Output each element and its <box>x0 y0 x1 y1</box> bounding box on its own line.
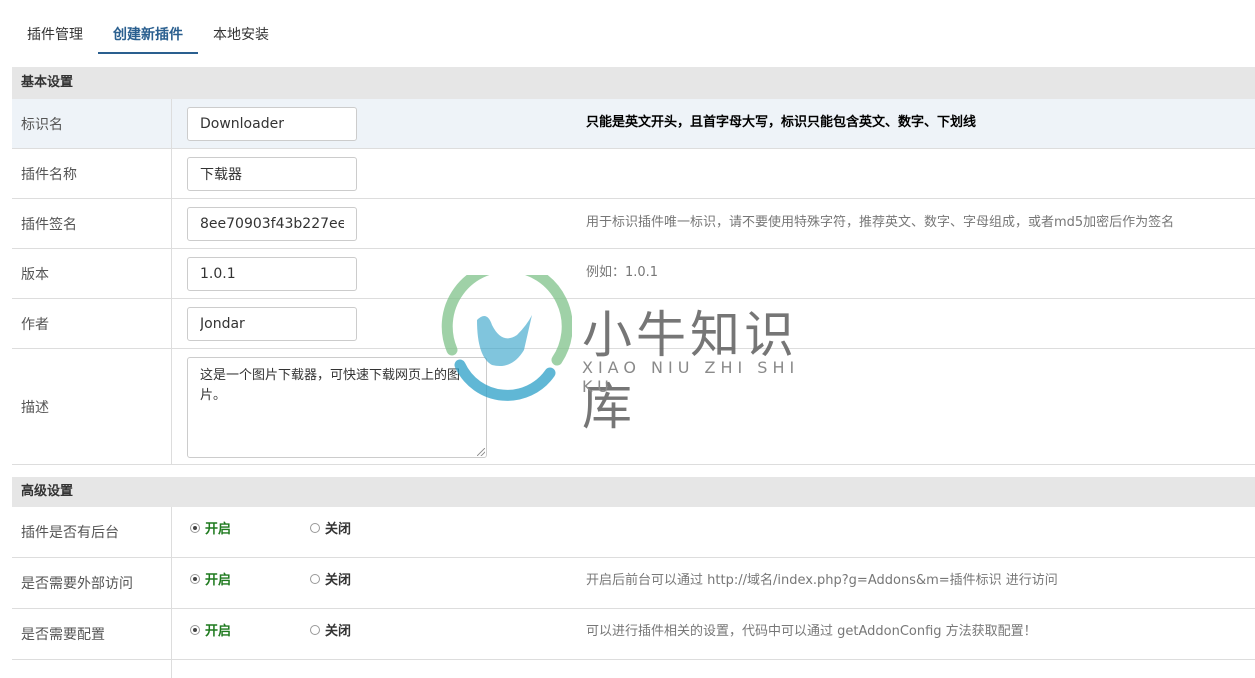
tab-bar: 插件管理 创建新插件 本地安装 <box>12 14 284 54</box>
radio-unchecked-icon <box>310 522 320 533</box>
form-row-author: 作者 <box>12 299 1255 349</box>
author-input[interactable] <box>187 307 357 341</box>
identifier-input[interactable] <box>187 107 357 141</box>
form-row-needs-config: 是否需要配置 开启 关闭 可以进行插件相关的设置，代码中可以通过 getAddo… <box>12 609 1255 660</box>
radio-off[interactable]: 关闭 <box>310 518 351 537</box>
radio-label: 关闭 <box>325 522 352 537</box>
field-label: 插件名称 <box>12 149 172 198</box>
field-label: 作者 <box>12 299 172 348</box>
radio-label: 关闭 <box>325 573 352 588</box>
radio-label: 开启 <box>205 624 232 639</box>
resize-grip-icon[interactable] <box>477 448 485 456</box>
radio-off[interactable]: 关闭 <box>310 620 351 639</box>
field-label <box>12 660 172 678</box>
form-row-partial <box>12 660 1255 678</box>
radio-checked-icon <box>190 573 200 584</box>
radio-checked-icon <box>190 522 200 533</box>
description-textarea[interactable]: 这是一个图片下载器，可快速下载网页上的图片。 <box>187 357 487 458</box>
radio-on[interactable]: 开启 <box>190 620 231 639</box>
radio-on[interactable]: 开启 <box>190 518 231 537</box>
form-row-version: 版本 例如：1.0.1 <box>12 249 1255 299</box>
field-label: 是否需要配置 <box>12 609 172 659</box>
signature-input[interactable] <box>187 207 357 241</box>
identifier-hint: 只能是英文开头，且首字母大写，标识只能包含英文、数字、下划线 <box>586 115 977 130</box>
radio-label: 关闭 <box>325 624 352 639</box>
radio-checked-icon <box>190 624 200 635</box>
form-row-plugin-name: 插件名称 <box>12 149 1255 199</box>
form-row-identifier: 标识名 只能是英文开头，且首字母大写，标识只能包含英文、数字、下划线 <box>12 99 1255 149</box>
version-input[interactable] <box>187 257 357 291</box>
radio-off[interactable]: 关闭 <box>310 569 351 588</box>
form-row-description: 描述 这是一个图片下载器，可快速下载网页上的图片。 <box>12 349 1255 465</box>
plugin-name-input[interactable] <box>187 157 357 191</box>
tab-plugin-management[interactable]: 插件管理 <box>12 14 98 52</box>
tab-local-install[interactable]: 本地安装 <box>198 14 284 52</box>
signature-hint: 用于标识插件唯一标识，请不要使用特殊字符，推荐英文、数字、字母组成，或者md5加… <box>586 215 1175 230</box>
radio-on[interactable]: 开启 <box>190 569 231 588</box>
form-row-external-access: 是否需要外部访问 开启 关闭 开启后前台可以通过 http://域名/index… <box>12 558 1255 609</box>
version-hint: 例如：1.0.1 <box>586 265 659 280</box>
radio-unchecked-icon <box>310 573 320 584</box>
radio-unchecked-icon <box>310 624 320 635</box>
section-advanced-settings: 高级设置 <box>12 477 1255 507</box>
external-access-hint: 开启后前台可以通过 http://域名/index.php?g=Addons&m… <box>586 573 1058 588</box>
field-label: 版本 <box>12 249 172 298</box>
description-wrapper: 这是一个图片下载器，可快速下载网页上的图片。 <box>187 357 487 458</box>
field-label: 是否需要外部访问 <box>12 558 172 608</box>
field-label: 插件是否有后台 <box>12 507 172 557</box>
section-title: 高级设置 <box>21 484 74 499</box>
radio-label: 开启 <box>205 573 232 588</box>
section-basic-settings: 基本设置 <box>12 67 1255 99</box>
section-title: 基本设置 <box>21 75 74 90</box>
needs-config-hint: 可以进行插件相关的设置，代码中可以通过 getAddonConfig 方法获取配… <box>586 624 1037 639</box>
form-row-signature: 插件签名 用于标识插件唯一标识，请不要使用特殊字符，推荐英文、数字、字母组成，或… <box>12 199 1255 249</box>
radio-label: 开启 <box>205 522 232 537</box>
field-label: 标识名 <box>12 99 172 148</box>
tab-create-plugin[interactable]: 创建新插件 <box>98 14 198 54</box>
form-row-has-admin: 插件是否有后台 开启 关闭 <box>12 507 1255 558</box>
field-label: 描述 <box>12 349 172 464</box>
field-label: 插件签名 <box>12 199 172 248</box>
